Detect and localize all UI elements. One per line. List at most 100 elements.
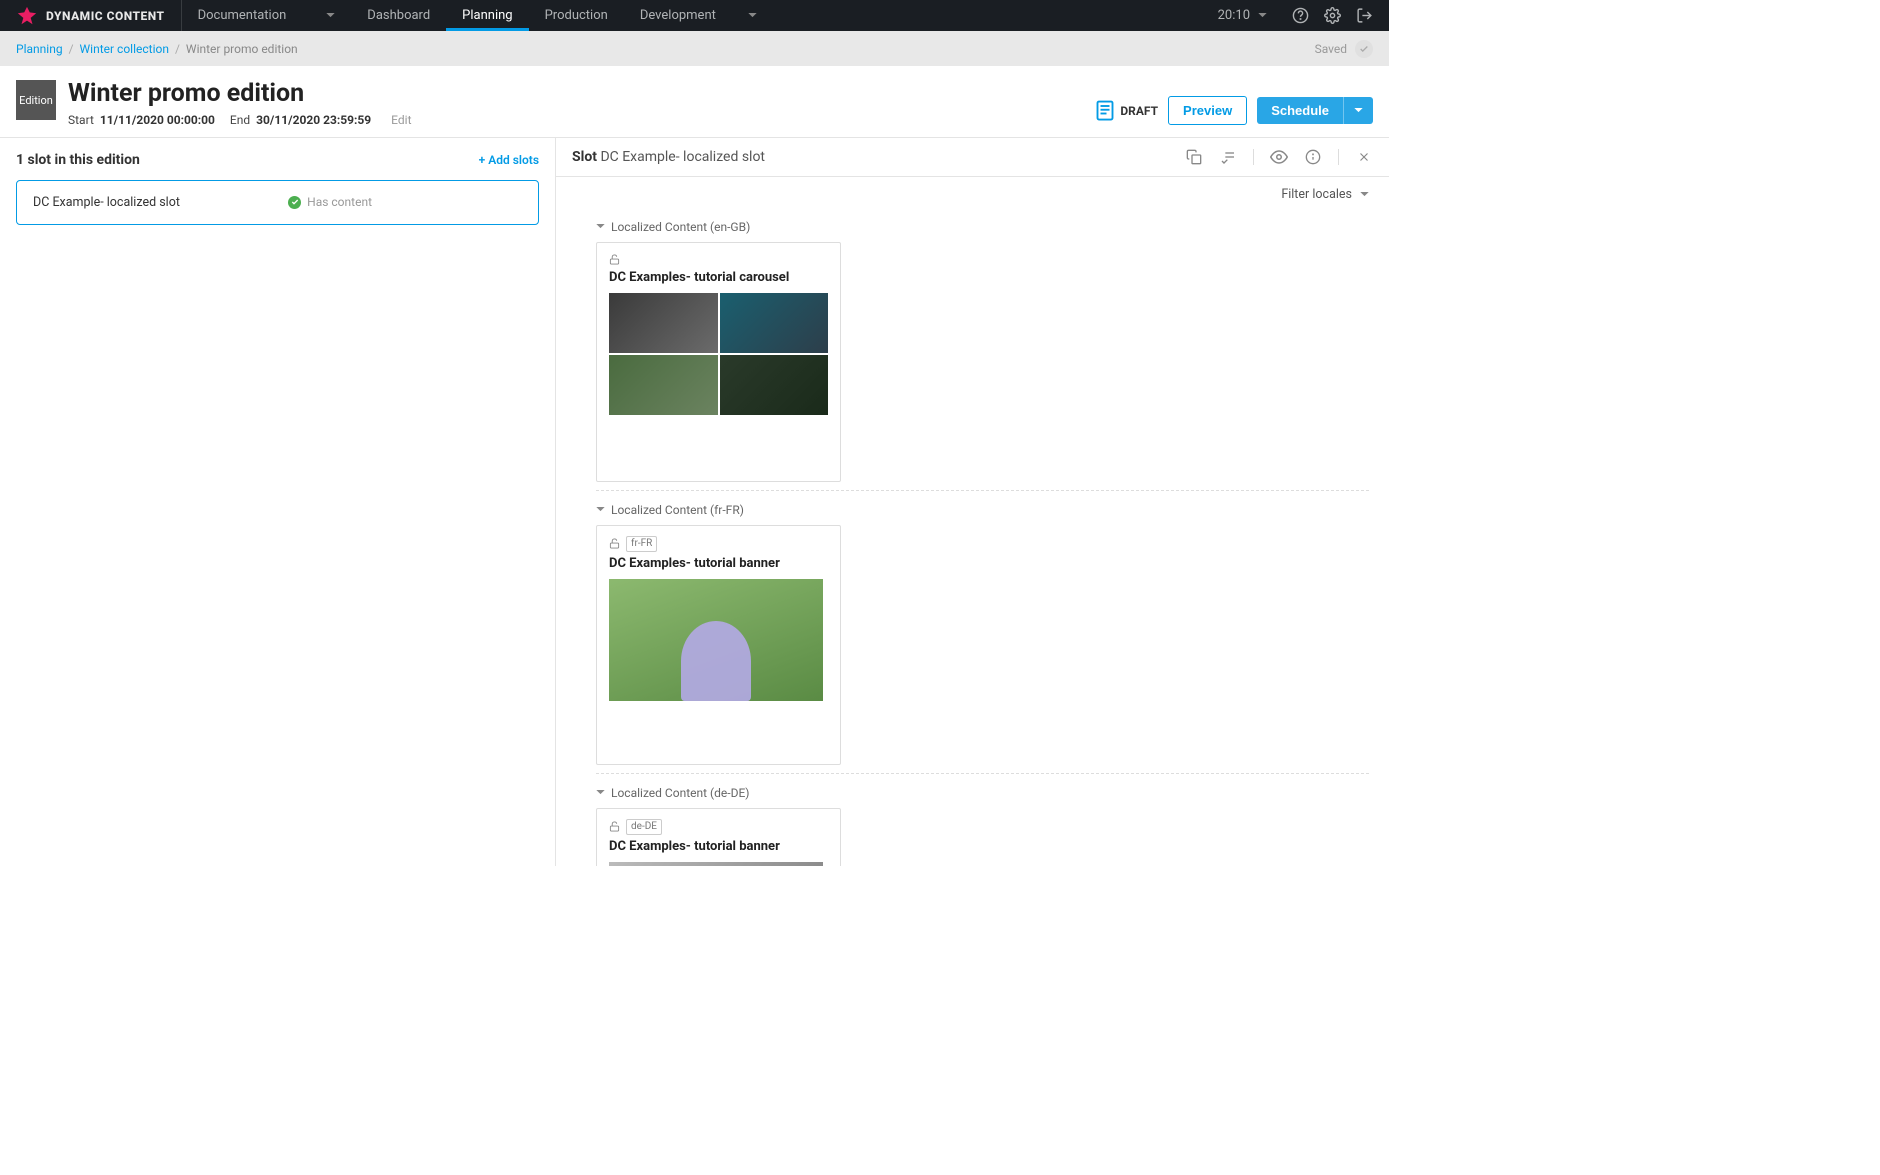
locale-section-toggle[interactable]: Localized Content (en-GB)	[596, 216, 1369, 238]
unlock-icon	[609, 253, 620, 266]
nav-tab-development[interactable]: Development	[624, 0, 732, 31]
section-divider	[596, 490, 1369, 491]
thumbnail-image	[720, 355, 829, 415]
chevron-down-icon	[596, 224, 605, 229]
locale-section-label: Localized Content (en-GB)	[611, 220, 750, 234]
content-card[interactable]: fr-FR DC Examples- tutorial banner	[596, 525, 841, 765]
start-value: 11/11/2020 00:00:00	[100, 113, 215, 127]
end-label: End	[230, 113, 250, 127]
copy-icon[interactable]	[1185, 148, 1203, 166]
content-card[interactable]: DC Examples- tutorial carousel	[596, 242, 841, 482]
nav-tab-more[interactable]	[732, 0, 773, 31]
breadcrumb-current: Winter promo edition	[186, 42, 298, 56]
logout-icon[interactable]	[1355, 7, 1373, 25]
breadcrumb-planning[interactable]: Planning	[16, 42, 63, 56]
unlock-icon	[609, 537, 620, 550]
schedule-button[interactable]: Schedule	[1257, 97, 1344, 124]
slot-detail-actions	[1185, 148, 1373, 166]
edit-dates-link[interactable]: Edit	[391, 113, 411, 127]
card-head: de-DE	[609, 819, 828, 835]
locale-tag: de-DE	[626, 819, 662, 835]
brand-wrap: DYNAMIC CONTENT	[16, 0, 182, 31]
nav-tab-dashboard[interactable]: Dashboard	[351, 0, 446, 31]
unlock-icon	[609, 820, 620, 833]
schedule-dropdown-button[interactable]	[1344, 97, 1373, 124]
page-title: Winter promo edition	[68, 80, 412, 109]
brand-text: DYNAMIC CONTENT	[46, 9, 165, 23]
card-title: DC Examples- tutorial carousel	[609, 270, 828, 285]
slot-name: DC Example- localized slot	[33, 195, 180, 210]
carousel-thumbnails	[609, 293, 828, 415]
thumbnail-image	[609, 355, 718, 415]
slot-card[interactable]: DC Example- localized slot Has content	[16, 180, 539, 225]
thumbnail-image	[609, 293, 718, 353]
status-badge: DRAFT	[1096, 100, 1158, 121]
nav-tab-planning[interactable]: Planning	[446, 0, 528, 31]
saved-label: Saved	[1315, 42, 1347, 56]
chevron-down-icon	[1258, 13, 1267, 18]
card-head: fr-FR	[609, 536, 828, 552]
nav-tabs: Dashboard Planning Production Developmen…	[351, 0, 773, 31]
locale-section-label: Localized Content (de-DE)	[611, 786, 749, 800]
section-divider	[596, 773, 1369, 774]
slot-detail-header: Slot DC Example- localized slot	[556, 138, 1389, 177]
nav-tab-production[interactable]: Production	[529, 0, 624, 31]
time-value: 20:10	[1218, 8, 1250, 23]
time-display[interactable]: 20:10	[1208, 8, 1277, 23]
add-slots-button[interactable]: + Add slots	[479, 153, 539, 167]
edition-header: Edition Winter promo edition Start 11/11…	[0, 66, 1389, 138]
saved-check-icon	[1355, 40, 1373, 58]
top-nav: DYNAMIC CONTENT Documentation Dashboard …	[0, 0, 1389, 31]
gear-icon[interactable]	[1323, 7, 1341, 25]
locale-tag: fr-FR	[626, 536, 657, 552]
content-area: Localized Content (en-GB) DC Examples- t…	[556, 208, 1389, 866]
thumbnail-image	[720, 293, 829, 353]
locale-section-fr-fr: Localized Content (fr-FR) fr-FR DC Examp…	[596, 499, 1369, 765]
edition-header-main: Winter promo edition Start 11/11/2020 00…	[68, 80, 412, 127]
locale-section-toggle[interactable]: Localized Content (fr-FR)	[596, 499, 1369, 521]
workspace-dropdown-label: Documentation	[198, 8, 287, 23]
chevron-down-icon	[326, 13, 335, 18]
banner-thumbnail	[609, 579, 823, 701]
info-icon[interactable]	[1304, 148, 1322, 166]
locale-section-label: Localized Content (fr-FR)	[611, 503, 744, 517]
filter-locales-label: Filter locales	[1281, 187, 1352, 202]
slots-header: 1 slot in this edition + Add slots	[16, 152, 539, 168]
banner-thumbnail	[609, 862, 823, 866]
chevron-down-icon	[1360, 192, 1369, 197]
validate-icon[interactable]	[1219, 148, 1237, 166]
filter-locales-dropdown[interactable]: Filter locales	[556, 177, 1389, 208]
eye-icon[interactable]	[1270, 148, 1288, 166]
edition-chip: Edition	[16, 80, 56, 120]
check-circle-icon	[288, 196, 301, 209]
locale-section-de-de: Localized Content (de-DE) de-DE DC Examp…	[596, 782, 1369, 866]
document-icon	[1096, 100, 1114, 121]
brand-logo-icon	[16, 5, 38, 27]
breadcrumb-row: Planning / Winter collection / Winter pr…	[0, 31, 1389, 66]
content-card[interactable]: de-DE DC Examples- tutorial banner	[596, 808, 841, 866]
locale-section-en-gb: Localized Content (en-GB) DC Examples- t…	[596, 216, 1369, 482]
preview-button[interactable]: Preview	[1168, 96, 1247, 125]
chevron-down-icon	[596, 507, 605, 512]
header-actions: DRAFT Preview Schedule	[1096, 96, 1373, 125]
workspace-dropdown[interactable]: Documentation	[182, 0, 352, 31]
slot-status: Has content	[288, 195, 372, 209]
saved-indicator: Saved	[1315, 40, 1373, 58]
status-text: DRAFT	[1120, 104, 1158, 118]
end-value: 30/11/2020 23:59:59	[256, 113, 371, 127]
date-range: Start 11/11/2020 00:00:00 End 30/11/2020…	[68, 113, 412, 127]
chevron-down-icon	[596, 790, 605, 795]
slots-pane: 1 slot in this edition + Add slots DC Ex…	[0, 138, 556, 866]
breadcrumb-winter-collection[interactable]: Winter collection	[80, 42, 169, 56]
slots-title: 1 slot in this edition	[16, 152, 140, 168]
body: 1 slot in this edition + Add slots DC Ex…	[0, 138, 1389, 866]
slot-detail-pane: Slot DC Example- localized slot	[556, 138, 1389, 866]
schedule-button-group: Schedule	[1257, 97, 1373, 124]
help-icon[interactable]	[1291, 7, 1309, 25]
close-icon[interactable]	[1355, 148, 1373, 166]
card-head	[609, 253, 828, 266]
nav-right: 20:10	[1208, 0, 1373, 31]
card-title: DC Examples- tutorial banner	[609, 556, 828, 571]
breadcrumb: Planning / Winter collection / Winter pr…	[16, 42, 298, 56]
locale-section-toggle[interactable]: Localized Content (de-DE)	[596, 782, 1369, 804]
